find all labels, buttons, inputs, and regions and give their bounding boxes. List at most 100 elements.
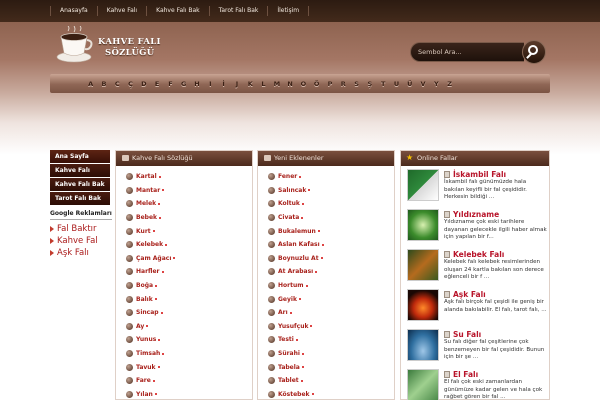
document-icon [444, 210, 450, 218]
left-menu-kahve-fali[interactable]: Kahve Falı [50, 164, 110, 177]
list-item[interactable]: Tablet [268, 374, 394, 388]
alphabet-letter[interactable]: P [323, 80, 336, 88]
alphabet-letter[interactable]: J [230, 80, 243, 88]
list-item[interactable]: Yunus [126, 333, 252, 347]
search-button[interactable] [522, 40, 546, 64]
alphabet-letter[interactable]: O [297, 80, 310, 88]
ad-link[interactable]: Fal Baktır [50, 223, 112, 235]
list-item[interactable]: Tabela [268, 360, 394, 374]
list-item[interactable]: At Arabası [268, 265, 394, 279]
alphabet-letter[interactable]: Ç [124, 80, 137, 88]
fortune-title[interactable]: Aşk Falı [444, 289, 548, 299]
list-item[interactable]: Hortum [268, 279, 394, 293]
alphabet-letter[interactable]: K [244, 80, 257, 88]
fortune-title[interactable]: Su Falı [444, 329, 548, 339]
fortune-thumbnail[interactable] [407, 289, 439, 321]
alphabet-letter[interactable]: E [150, 80, 163, 88]
left-menu-tarot-fali-bak[interactable]: Tarot Falı Bak [50, 192, 110, 205]
alphabet-letter[interactable]: Y [430, 80, 443, 88]
alphabet-letter[interactable]: G [177, 80, 190, 88]
alphabet-letter[interactable]: A [84, 80, 97, 88]
list-item[interactable]: Yılan [126, 388, 252, 400]
alphabet-letter[interactable]: D [137, 80, 150, 88]
fortune-item[interactable]: El Falı El falı çok eski zamanlardan günü… [407, 369, 549, 400]
list-item[interactable]: Köstebek [268, 388, 394, 400]
nav-anasayfa[interactable]: Anasayfa [50, 6, 97, 16]
nav-tarot-fali-bak[interactable]: Tarot Falı Bak [208, 6, 268, 16]
list-item[interactable]: Kelebek [126, 238, 252, 252]
fortune-title[interactable]: Kelebek Falı [444, 249, 548, 259]
list-item[interactable]: Melek [126, 197, 252, 211]
fortune-thumbnail[interactable] [407, 329, 439, 361]
fortune-thumbnail[interactable] [407, 169, 439, 201]
list-item[interactable]: Balık [126, 292, 252, 306]
left-menu-kahve-fali-bak[interactable]: Kahve Falı Bak [50, 178, 110, 191]
fortune-title[interactable]: Yıldızname [444, 209, 548, 219]
list-item-label: Boğa [136, 282, 154, 290]
fortune-item[interactable]: İskambil Falı İskambil falı günümüzde hal… [407, 169, 549, 206]
list-item-label: Hortum [278, 282, 304, 290]
alphabet-letter[interactable]: Ü [403, 80, 416, 88]
nav-kahve-fali-bak[interactable]: Kahve Falı Bak [146, 6, 209, 16]
fortune-item[interactable]: Su Falı Su falı diğer fal çeşitlerine çok… [407, 329, 549, 366]
alphabet-letter[interactable]: B [97, 80, 110, 88]
alphabet-letter[interactable]: Ö [310, 80, 323, 88]
alphabet-letter[interactable]: Ş [363, 80, 376, 88]
list-item[interactable]: Boynuzlu At [268, 252, 394, 266]
fortune-item[interactable]: Kelebek Falı Kelebek falı kelebek resimle… [407, 249, 549, 286]
alphabet-letter[interactable]: V [416, 80, 429, 88]
list-item[interactable]: Sincap [126, 306, 252, 320]
alphabet-letter[interactable]: H [190, 80, 203, 88]
fortune-item[interactable]: Aşk Falı Aşk falı birçok fal çeşidi ile g… [407, 289, 549, 326]
list-item[interactable]: Sürahi [268, 347, 394, 361]
alphabet-letter[interactable]: S [350, 80, 363, 88]
alphabet-letter[interactable]: U [390, 80, 403, 88]
list-item[interactable]: Timsah [126, 347, 252, 361]
list-item[interactable]: Kurt [126, 224, 252, 238]
list-item[interactable]: Fare [126, 374, 252, 388]
alphabet-letter[interactable]: N [283, 80, 296, 88]
list-item[interactable]: Tavuk [126, 360, 252, 374]
fortune-title[interactable]: İskambil Falı [444, 169, 548, 179]
list-item[interactable]: Koltuk [268, 197, 394, 211]
list-item[interactable]: Bebek [126, 211, 252, 225]
site-logo[interactable]: KAHVE FALI SÖZLÜĞÜ [54, 26, 164, 66]
nav-kahve-fali[interactable]: Kahve Falı [96, 6, 146, 16]
ad-link[interactable]: Aşk Falı [50, 247, 112, 259]
alphabet-letter[interactable]: Z [443, 80, 456, 88]
alphabet-letter[interactable]: C [111, 80, 124, 88]
list-item-label: Melek [136, 200, 157, 208]
fortune-thumbnail[interactable] [407, 249, 439, 281]
list-item[interactable]: Geyik [268, 292, 394, 306]
list-item[interactable]: Kartal [126, 170, 252, 184]
list-item[interactable]: Çam Ağacı [126, 252, 252, 266]
alphabet-letter[interactable]: T [377, 80, 390, 88]
list-item[interactable]: Arı [268, 306, 394, 320]
alphabet-letter[interactable]: M [270, 80, 283, 88]
fortune-title[interactable]: El Falı [444, 369, 548, 379]
ad-link[interactable]: Kahve Fal [50, 235, 112, 247]
list-item[interactable]: Boğa [126, 279, 252, 293]
alphabet-letter[interactable]: I [204, 80, 217, 88]
list-item[interactable]: Bukalemun [268, 224, 394, 238]
list-item[interactable]: Mantar [126, 184, 252, 198]
search-input[interactable]: Sembol Ara... [410, 42, 524, 62]
list-item[interactable]: Salıncak [268, 184, 394, 198]
list-item[interactable]: Aslan Kafası [268, 238, 394, 252]
alphabet-letter[interactable]: F [164, 80, 177, 88]
list-item[interactable]: Yusufçuk [268, 320, 394, 334]
fortune-item[interactable]: Yıldızname Yıldızname çok eski tarihlere … [407, 209, 549, 246]
left-menu-ana-sayfa[interactable]: Ana Sayfa [50, 150, 110, 163]
list-item-label: Ay [136, 322, 145, 330]
list-item[interactable]: Harfler [126, 265, 252, 279]
list-item[interactable]: Testi [268, 333, 394, 347]
nav-iletisim[interactable]: İletişim [267, 6, 310, 16]
list-item[interactable]: Fener [268, 170, 394, 184]
alphabet-letter[interactable]: L [257, 80, 270, 88]
alphabet-letter[interactable]: İ [217, 80, 230, 88]
list-item[interactable]: Civata [268, 211, 394, 225]
fortune-thumbnail[interactable] [407, 369, 439, 400]
fortune-thumbnail[interactable] [407, 209, 439, 241]
list-item[interactable]: Ay [126, 320, 252, 334]
alphabet-letter[interactable]: R [337, 80, 350, 88]
